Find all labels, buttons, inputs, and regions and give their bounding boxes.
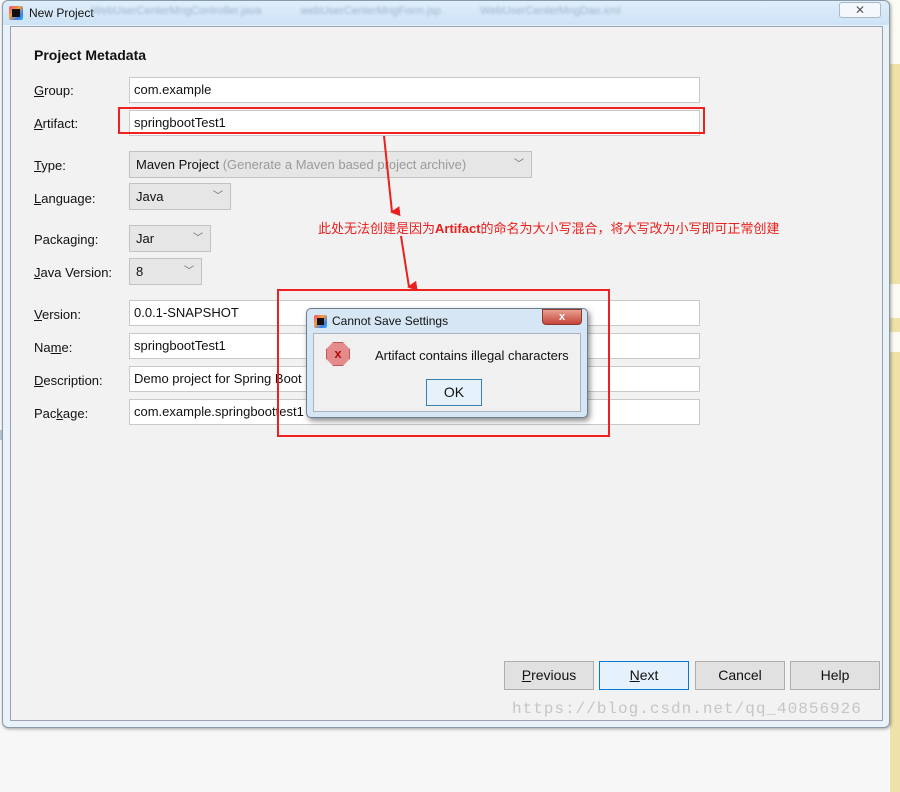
- dialog-close-button[interactable]: x: [542, 309, 582, 325]
- type-hint: (Generate a Maven based project archive): [222, 157, 467, 172]
- intellij-app-icon: [314, 315, 327, 328]
- next-button[interactable]: Next: [599, 661, 689, 690]
- language-label: Language:: [34, 191, 96, 206]
- type-dropdown[interactable]: Maven Project (Generate a Maven based pr…: [129, 151, 532, 178]
- type-value: Maven Project: [136, 157, 220, 172]
- background-highlight: [890, 318, 900, 332]
- artifact-label: Artifact:: [34, 116, 79, 131]
- chevron-down-icon: ﹀: [213, 191, 223, 202]
- type-label: Type:: [34, 158, 66, 173]
- section-title: Project Metadata: [34, 47, 147, 63]
- java-version-dropdown[interactable]: 8 ﹀: [129, 258, 202, 285]
- language-value: Java: [136, 189, 164, 204]
- help-button[interactable]: Help: [790, 661, 880, 690]
- window-title: New Project: [29, 6, 94, 20]
- close-icon: x: [558, 311, 566, 323]
- package-label: Package:: [34, 406, 89, 421]
- packaging-value: Jar: [136, 231, 155, 246]
- background-highlight: [890, 64, 900, 284]
- group-label: Group:: [34, 83, 74, 98]
- packaging-dropdown[interactable]: Jar ﹀: [129, 225, 211, 252]
- cancel-button[interactable]: Cancel: [695, 661, 785, 690]
- background-tab: webUserCenterMngForm.jsp: [300, 5, 442, 17]
- title-bar[interactable]: New Project WebUserCenterMngController.j…: [3, 1, 889, 25]
- error-icon: x: [326, 342, 350, 366]
- name-label: Name:: [34, 340, 73, 355]
- background-tab: WebUserCenterMngDao.xml: [480, 5, 621, 17]
- background-highlight: [890, 352, 900, 792]
- dialog-title: Cannot Save Settings: [332, 314, 449, 328]
- description-label: Description:: [34, 373, 103, 388]
- watermark: https://blog.csdn.net/qq_40856926: [512, 700, 862, 718]
- intellij-app-icon: [9, 6, 23, 20]
- chevron-down-icon: ﹀: [514, 159, 524, 170]
- version-label: Version:: [34, 307, 81, 322]
- chevron-down-icon: ﹀: [184, 266, 194, 277]
- chevron-down-icon: ﹀: [193, 233, 203, 244]
- background-editor-tabs: WebUserCenterMngController.java webUserC…: [91, 5, 657, 17]
- java-version-label: Java Version:: [34, 265, 113, 280]
- annotation-text: 此处无法创建是因为Artifact的命名为大小写混合，将大写改为小写即可正常创建: [318, 221, 780, 236]
- error-message: Artifact contains illegal characters: [375, 348, 569, 363]
- cannot-save-settings-dialog: Cannot Save Settings x x Artifact contai…: [306, 308, 588, 418]
- java-version-value: 8: [136, 264, 144, 279]
- close-icon: ✕: [854, 3, 866, 17]
- background-tab: WebUserCenterMngController.java: [91, 5, 262, 17]
- artifact-field[interactable]: springbootTest1: [129, 110, 700, 136]
- packaging-label: Packaging:: [34, 232, 99, 247]
- dialog-body: x Artifact contains illegal characters O…: [313, 333, 581, 412]
- window-close-button[interactable]: ✕: [839, 2, 881, 18]
- group-field[interactable]: com.example: [129, 77, 700, 103]
- previous-button[interactable]: Previous: [504, 661, 594, 690]
- language-dropdown[interactable]: Java ﹀: [129, 183, 231, 210]
- ok-button[interactable]: OK: [426, 379, 482, 406]
